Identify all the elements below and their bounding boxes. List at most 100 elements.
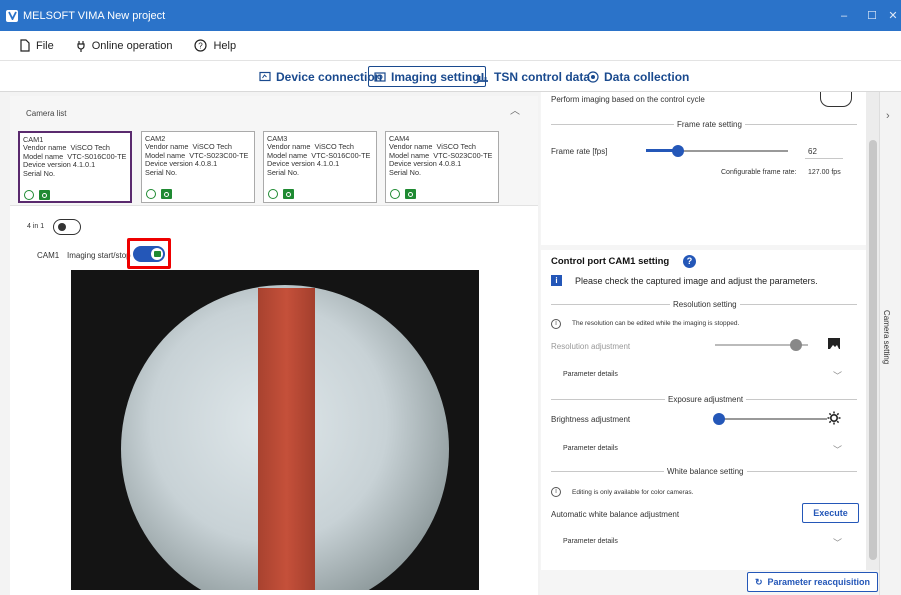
right-scrollbar-thumb[interactable] <box>869 140 877 560</box>
serial-label: Serial No. <box>23 168 56 178</box>
white-balance-section-title: White balance setting <box>664 467 747 476</box>
control-port-title: Control port CAM1 setting <box>551 256 670 267</box>
version-value: 4.1.0.1 <box>72 160 96 170</box>
serial-label: Serial No. <box>267 167 300 177</box>
perform-imaging-label: Perform imaging based on the control cyc… <box>551 95 705 104</box>
tab-imaging-setting-label: Imaging setting <box>391 69 480 84</box>
window-title: MELSOFT VIMA New project <box>23 9 166 22</box>
menu-help[interactable]: ? Help <box>194 39 236 52</box>
menu-file[interactable]: File <box>20 39 54 52</box>
chevron-down-icon[interactable]: ﹀ <box>833 369 842 382</box>
perform-imaging-toggle[interactable] <box>820 92 852 107</box>
resolution-section-title: Resolution setting <box>670 300 740 309</box>
camera-status-icon <box>161 189 172 199</box>
status-circle-icon <box>146 189 156 199</box>
minimize-button[interactable]: – <box>829 0 859 31</box>
frame-rate-slider-thumb[interactable] <box>672 145 684 157</box>
camera-icon <box>374 72 386 82</box>
menu-file-label: File <box>36 39 54 52</box>
tab-data-collection-label: Data collection <box>604 69 690 84</box>
exposure-parameter-details[interactable]: Parameter details <box>563 445 618 452</box>
info-icon: i <box>551 319 561 329</box>
version-value: 4.1.0.1 <box>316 159 340 169</box>
frame-rate-label: Frame rate [fps] <box>551 147 608 156</box>
four-in-one-toggle[interactable] <box>53 219 81 235</box>
app-logo-icon <box>6 9 18 22</box>
menu-online-operation[interactable]: Online operation <box>76 39 173 52</box>
chevron-down-icon[interactable]: ﹀ <box>833 443 842 456</box>
tab-bar: Device connection Imaging setting TSN co… <box>0 61 901 92</box>
info-icon: i <box>551 487 561 497</box>
image-icon <box>828 338 840 349</box>
captured-image-canvas <box>71 270 479 590</box>
resolution-parameter-details[interactable]: Parameter details <box>563 371 618 378</box>
execute-button[interactable]: Execute <box>802 503 859 523</box>
version-value: 4.0.8.1 <box>194 159 218 169</box>
camera-card-cam4[interactable]: CAM4 Vendor name ViSCO Tech Model name V… <box>385 131 499 203</box>
frame-rate-value-underline <box>805 158 843 159</box>
brightness-sun-icon <box>827 411 841 430</box>
collapse-chevron-up-icon[interactable]: ︿ <box>510 102 520 117</box>
camera-setting-side-tab[interactable]: Camera setting <box>882 310 891 364</box>
bar-chart-icon <box>478 73 488 82</box>
serial-label: Serial No. <box>389 167 422 177</box>
help-icon: ? <box>194 39 208 52</box>
title-bar: MELSOFT VIMA New project – ☐ ✕ <box>0 0 901 31</box>
exposure-section-title: Exposure adjustment <box>665 395 747 404</box>
frame-rate-value: 62 <box>808 147 817 156</box>
camera-status-icon <box>283 189 294 199</box>
camera-on-icon <box>153 251 161 257</box>
serial-label: Serial No. <box>145 167 178 177</box>
notice-text: Please check the captured image and adju… <box>575 276 818 286</box>
camera-list-title: Camera list <box>26 109 67 118</box>
tab-data-collection[interactable]: Data collection <box>582 66 694 87</box>
help-icon[interactable]: ? <box>683 255 696 268</box>
menu-help-label: Help <box>213 39 237 52</box>
camera-card-cam3[interactable]: CAM3 Vendor name ViSCO Tech Model name V… <box>263 131 377 203</box>
record-icon <box>587 70 599 83</box>
status-circle-icon <box>24 190 34 200</box>
version-value: 4.0.8.1 <box>438 159 462 169</box>
four-in-one-label: 4 in 1 <box>27 223 45 230</box>
device-connection-icon <box>259 71 271 82</box>
refresh-icon: ↻ <box>754 576 763 587</box>
status-circle-icon <box>268 189 278 199</box>
imaging-start-stop-toggle[interactable] <box>133 246 165 262</box>
parameter-reacquisition-label: Parameter reacquisition <box>767 577 871 587</box>
white-balance-parameter-details[interactable]: Parameter details <box>563 538 618 545</box>
brightness-slider-thumb[interactable] <box>713 413 725 425</box>
resolution-adjustment-label: Resolution adjustment <box>551 342 631 351</box>
svg-text:?: ? <box>199 41 204 50</box>
resolution-slider-thumb <box>790 339 802 351</box>
camera-list: Camera list ︿ CAM1 Vendor name ViSCO Tec… <box>10 96 538 206</box>
info-notice-icon: i <box>551 275 562 286</box>
brightness-adjustment-label: Brightness adjustment <box>551 415 631 424</box>
configurable-frame-rate-value: 127.00 fps <box>808 169 841 176</box>
white-balance-info-text: Editing is only available for color came… <box>572 489 694 496</box>
imaging-cam-label: CAM1 <box>37 251 60 260</box>
file-icon <box>20 39 30 52</box>
menu-bar: File Online operation ? Help <box>0 31 901 61</box>
tab-imaging-setting[interactable]: Imaging setting <box>368 66 486 87</box>
tab-tsn-label: TSN control data <box>494 69 591 84</box>
camera-status-icon <box>405 189 416 199</box>
frame-rate-section-title: Frame rate setting <box>674 120 745 129</box>
chevron-right-icon[interactable]: › <box>886 110 890 122</box>
camera-card-cam1[interactable]: CAM1 Vendor name ViSCO Tech Model name V… <box>18 131 132 203</box>
imaging-start-stop-label: Imaging start/stop <box>67 251 131 260</box>
tab-tsn-control-data[interactable]: TSN control data <box>472 66 595 87</box>
parameter-reacquisition-button[interactable]: ↻ Parameter reacquisition <box>747 572 878 592</box>
plug-icon <box>77 40 85 52</box>
status-circle-icon <box>390 189 400 199</box>
camera-status-icon <box>39 190 50 200</box>
brightness-track <box>715 418 827 420</box>
chevron-down-icon[interactable]: ﹀ <box>833 536 842 549</box>
menu-online-label: Online operation <box>91 39 173 52</box>
close-button[interactable]: ✕ <box>885 0 901 31</box>
auto-white-balance-label: Automatic white balance adjustment <box>551 510 680 519</box>
camera-card-cam2[interactable]: CAM2 Vendor name ViSCO Tech Model name V… <box>141 131 255 203</box>
configurable-frame-rate-label: Configurable frame rate: <box>721 169 797 176</box>
maximize-button[interactable]: ☐ <box>857 0 887 31</box>
resolution-info-text: The resolution can be edited while the i… <box>572 320 740 327</box>
captured-image <box>71 270 479 590</box>
